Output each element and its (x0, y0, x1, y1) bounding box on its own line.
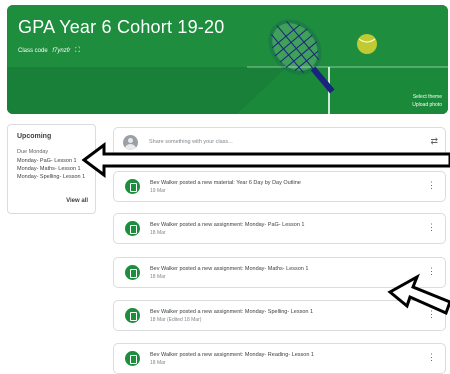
view-all-link[interactable]: View all (66, 198, 88, 204)
theme-links: Select theme Upload photo (412, 93, 442, 109)
stream-post[interactable]: Bev Walker posted a new assignment: Mond… (113, 213, 446, 244)
class-banner: GPA Year 6 Cohort 19-20 Class code f7ynz… (7, 5, 448, 114)
class-code-label: Class code (18, 48, 48, 54)
avatar-icon (123, 135, 138, 150)
post-title[interactable]: Bev Walker posted a new assignment: Mond… (150, 352, 314, 358)
select-theme-link[interactable]: Select theme (412, 93, 442, 101)
class-title: GPA Year 6 Cohort 19-20 (18, 17, 225, 37)
upload-photo-link[interactable]: Upload photo (412, 101, 442, 109)
class-code-value[interactable]: f7ynzfr (52, 48, 70, 54)
upcoming-item[interactable]: Monday- Maths- Lesson 1 (17, 165, 86, 173)
upcoming-due: Due Monday (17, 149, 49, 155)
share-box[interactable]: Share something with your class... ⇄ (113, 127, 446, 156)
post-title[interactable]: Bev Walker posted a new assignment: Mond… (150, 222, 304, 228)
repost-icon[interactable]: ⇄ (430, 136, 438, 147)
assignment-icon (125, 265, 140, 280)
fullscreen-icon[interactable]: ⛶ (75, 47, 80, 55)
stream-post[interactable]: Bev Walker posted a new material: Year 6… (113, 171, 446, 202)
more-options-icon[interactable]: ⋮ (427, 353, 436, 362)
material-icon (125, 179, 140, 194)
upcoming-item[interactable]: Monday- Spelling- Lesson 1 (17, 173, 86, 181)
post-date: 18 Mar (Edited 18 Mar) (150, 317, 202, 323)
stream-post[interactable]: Bev Walker posted a new assignment: Mond… (113, 343, 446, 374)
class-code: Class code f7ynzfr ⛶ (18, 47, 80, 55)
more-options-icon[interactable]: ⋮ (427, 223, 436, 232)
post-title[interactable]: Bev Walker posted a new assignment: Mond… (150, 309, 313, 315)
stream-post[interactable]: Bev Walker posted a new assignment: Mond… (113, 300, 446, 331)
post-title[interactable]: Bev Walker posted a new assignment: Mond… (150, 266, 308, 272)
more-options-icon[interactable]: ⋮ (427, 181, 436, 190)
share-input[interactable]: Share something with your class... (149, 139, 233, 145)
post-date: 19 Mar (150, 188, 166, 194)
post-date: 18 Mar (150, 274, 166, 280)
post-date: 18 Mar (150, 230, 166, 236)
stream-post[interactable]: Bev Walker posted a new assignment: Mond… (113, 257, 446, 288)
assignment-icon (125, 308, 140, 323)
post-date: 18 Mar (150, 360, 166, 366)
upcoming-title: Upcoming (17, 133, 52, 140)
assignment-icon (125, 221, 140, 236)
more-options-icon[interactable]: ⋮ (427, 267, 436, 276)
assignment-icon (125, 351, 140, 366)
post-title[interactable]: Bev Walker posted a new material: Year 6… (150, 180, 301, 186)
upcoming-panel: Upcoming Due Monday Monday- PaG- Lesson … (7, 124, 96, 214)
more-options-icon[interactable]: ⋮ (427, 310, 436, 319)
upcoming-item[interactable]: Monday- PaG- Lesson 1 (17, 157, 86, 165)
